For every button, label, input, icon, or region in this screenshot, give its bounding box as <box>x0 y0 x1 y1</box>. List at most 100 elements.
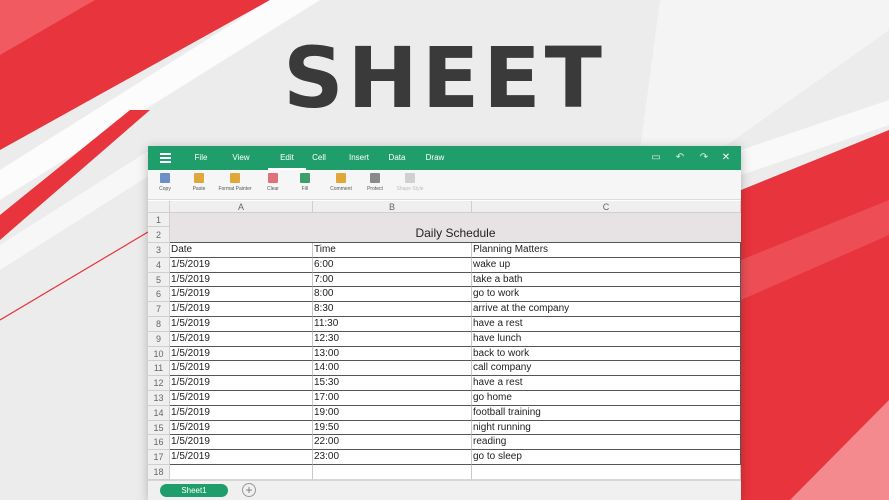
row-header[interactable]: 4 <box>148 257 170 273</box>
table-cell[interactable]: reading <box>472 435 741 451</box>
table-cell[interactable]: 23:00 <box>313 450 472 465</box>
row-header[interactable]: 18 <box>148 465 170 480</box>
menu-edit[interactable]: Edit <box>268 146 306 170</box>
row-header[interactable]: 12 <box>148 376 170 391</box>
column-header-a[interactable]: A <box>170 201 313 213</box>
row-header[interactable]: 7 <box>148 302 170 317</box>
tool-label: Fill <box>301 186 309 192</box>
undo-icon[interactable]: ↶ <box>674 152 686 164</box>
row-header[interactable]: 5 <box>148 272 170 288</box>
tool-label: Copy <box>159 186 171 192</box>
table-cell[interactable]: 19:50 <box>313 420 472 436</box>
select-all-corner[interactable] <box>148 201 170 213</box>
row-header[interactable]: 2 <box>148 227 170 243</box>
row-header[interactable]: 16 <box>148 435 170 451</box>
table-cell[interactable]: 1/5/2019 <box>170 435 313 451</box>
row-header[interactable]: 14 <box>148 405 170 421</box>
table-cell[interactable]: 1/5/2019 <box>170 420 313 436</box>
redo-icon[interactable]: ↷ <box>698 152 710 164</box>
table-row: 1/5/2019 22:00 reading 16 <box>148 435 741 451</box>
table-cell[interactable]: 1/5/2019 <box>170 346 313 362</box>
format-painter-button[interactable]: Format Painter <box>216 173 254 192</box>
protect-button[interactable]: Protect <box>362 173 388 192</box>
table-cell[interactable]: have a rest <box>472 376 741 391</box>
table-cell[interactable]: 7:00 <box>313 272 472 288</box>
fill-icon <box>300 173 310 183</box>
column-title-cell[interactable]: Planning Matters <box>472 243 741 258</box>
table-cell[interactable] <box>472 465 741 480</box>
table-cell[interactable]: 13:00 <box>313 346 472 362</box>
table-cell[interactable]: 1/5/2019 <box>170 376 313 391</box>
menu-cell[interactable]: Cell <box>308 146 330 170</box>
table-cell[interactable]: have a rest <box>472 317 741 332</box>
add-sheet-button[interactable]: + <box>242 483 256 497</box>
fill-button[interactable]: Fill <box>292 173 318 192</box>
shape-style-button[interactable]: Shape Style <box>392 173 428 192</box>
table-cell[interactable] <box>313 465 472 480</box>
table-row: Date Time Planning Matters 3 <box>148 243 741 258</box>
column-title-cell[interactable]: Date <box>170 243 313 258</box>
table-cell[interactable]: 11:30 <box>313 317 472 332</box>
paste-button[interactable]: Paste <box>188 173 210 192</box>
copy-button[interactable]: Copy <box>154 173 176 192</box>
table-cell[interactable]: 6:00 <box>313 257 472 273</box>
table-cell[interactable]: 1/5/2019 <box>170 331 313 347</box>
table-cell[interactable]: night running <box>472 420 741 436</box>
row-header[interactable]: 1 <box>148 213 170 227</box>
comment-button[interactable]: Comment <box>324 173 358 192</box>
row-header[interactable]: 6 <box>148 287 170 303</box>
menu-file[interactable]: File <box>190 146 212 170</box>
table-cell[interactable]: 1/5/2019 <box>170 302 313 317</box>
row-header[interactable]: 17 <box>148 450 170 465</box>
column-title-cell[interactable]: Time <box>313 243 472 258</box>
table-cell[interactable]: call company <box>472 361 741 377</box>
table-cell[interactable]: go to sleep <box>472 450 741 465</box>
table-cell[interactable]: back to work <box>472 346 741 362</box>
row-header[interactable]: 10 <box>148 346 170 362</box>
table-cell[interactable]: have lunch <box>472 331 741 347</box>
column-header-b[interactable]: B <box>313 201 472 213</box>
format-painter-icon <box>230 173 240 183</box>
sheet-tab-sheet1[interactable]: Sheet1 <box>160 484 228 497</box>
table-cell[interactable]: arrive at the company <box>472 302 741 317</box>
table-cell[interactable]: go home <box>472 391 741 406</box>
table-cell[interactable]: 1/5/2019 <box>170 450 313 465</box>
table-cell[interactable]: go to work <box>472 287 741 303</box>
table-cell[interactable]: 22:00 <box>313 435 472 451</box>
menu-view[interactable]: View <box>230 146 252 170</box>
table-cell[interactable]: 12:30 <box>313 331 472 347</box>
table-cell[interactable]: 1/5/2019 <box>170 317 313 332</box>
table-cell[interactable]: 1/5/2019 <box>170 287 313 303</box>
menu-insert[interactable]: Insert <box>344 146 374 170</box>
table-cell[interactable]: 1/5/2019 <box>170 391 313 406</box>
row-header[interactable]: 15 <box>148 420 170 436</box>
table-cell[interactable]: 14:00 <box>313 361 472 377</box>
copy-icon <box>160 173 170 183</box>
table-cell[interactable]: 15:30 <box>313 376 472 391</box>
row-header[interactable]: 8 <box>148 317 170 332</box>
table-cell[interactable]: take a bath <box>472 272 741 288</box>
close-icon[interactable]: ✕ <box>720 152 732 164</box>
table-cell[interactable]: 1/5/2019 <box>170 272 313 288</box>
table-cell[interactable]: 1/5/2019 <box>170 361 313 377</box>
table-cell[interactable]: 19:00 <box>313 405 472 421</box>
table-cell[interactable]: 8:30 <box>313 302 472 317</box>
menu-draw[interactable]: Draw <box>424 146 446 170</box>
table-cell[interactable]: 17:00 <box>313 391 472 406</box>
table-cell[interactable]: wake up <box>472 257 741 273</box>
row-header[interactable]: 13 <box>148 391 170 406</box>
column-header-c[interactable]: C <box>472 201 741 213</box>
table-cell[interactable]: 8:00 <box>313 287 472 303</box>
menu-data[interactable]: Data <box>386 146 408 170</box>
table-cell[interactable] <box>170 465 313 480</box>
row-header[interactable]: 9 <box>148 331 170 347</box>
hamburger-menu-icon[interactable] <box>160 153 171 163</box>
clear-button[interactable]: Clear <box>260 173 286 192</box>
row-header[interactable]: 11 <box>148 361 170 377</box>
row-header[interactable]: 3 <box>148 243 170 258</box>
table-cell[interactable]: 1/5/2019 <box>170 257 313 273</box>
save-icon[interactable]: ▭ <box>650 152 662 164</box>
table-cell[interactable]: 1/5/2019 <box>170 405 313 421</box>
table-cell[interactable]: football training <box>472 405 741 421</box>
tool-label: Format Painter <box>218 186 252 192</box>
